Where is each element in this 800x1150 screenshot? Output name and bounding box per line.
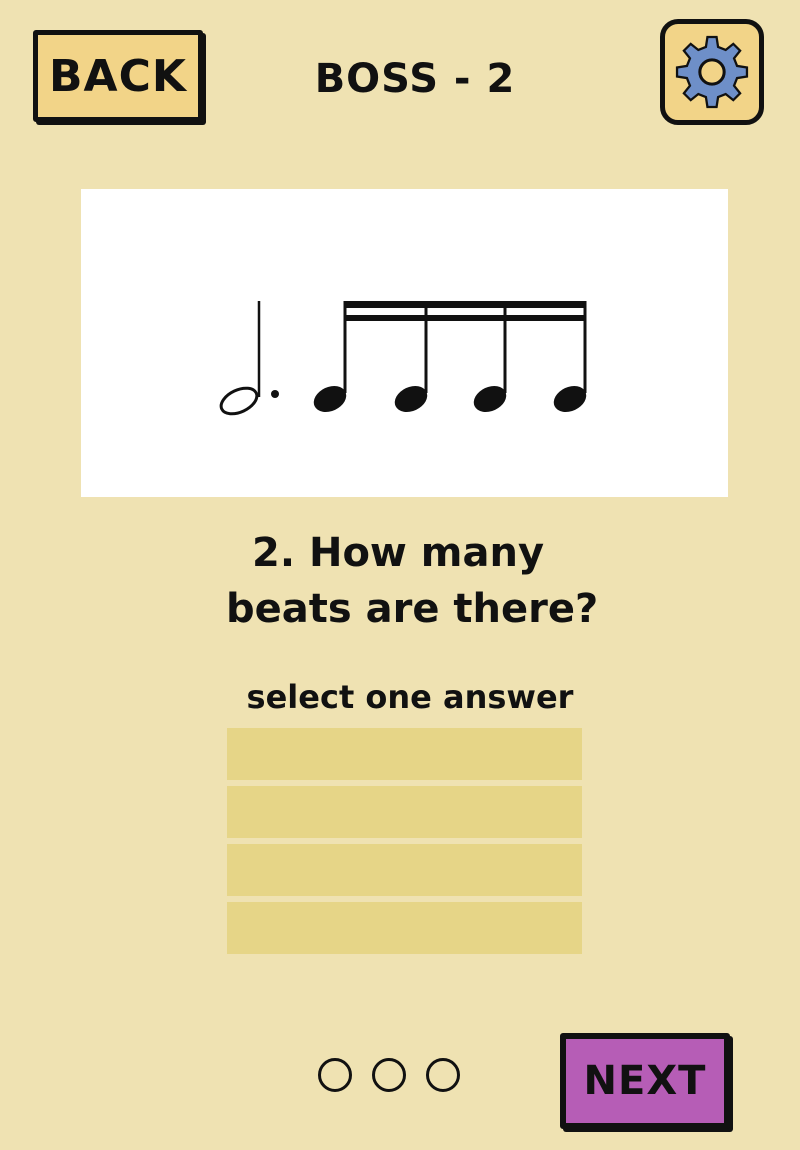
settings-button[interactable]	[660, 19, 764, 125]
level-title: BOSS - 2	[314, 56, 516, 102]
instructions-text: select one answer	[246, 678, 574, 716]
quarter-note	[313, 301, 347, 413]
answer-option-2[interactable]	[227, 786, 582, 838]
progress-dot	[372, 1058, 406, 1092]
rhythm-notation	[81, 189, 728, 497]
answer-list	[227, 728, 582, 960]
question-number: 2.	[252, 530, 296, 576]
beamed-notes	[313, 301, 587, 413]
question-line-2: beats are there?	[226, 586, 599, 632]
question-text: 2. How many beats are there?	[200, 525, 660, 637]
back-button[interactable]: BACK	[33, 30, 203, 122]
gear-icon	[675, 35, 749, 109]
progress-indicator	[318, 1058, 460, 1092]
question-line-1: How many	[308, 530, 545, 576]
dotted-half-note	[219, 301, 279, 416]
answer-option-3[interactable]	[227, 844, 582, 896]
progress-dot	[426, 1058, 460, 1092]
progress-dot	[318, 1058, 352, 1092]
answer-option-4[interactable]	[227, 902, 582, 954]
next-button[interactable]: NEXT	[560, 1033, 730, 1129]
answer-option-1[interactable]	[227, 728, 582, 780]
